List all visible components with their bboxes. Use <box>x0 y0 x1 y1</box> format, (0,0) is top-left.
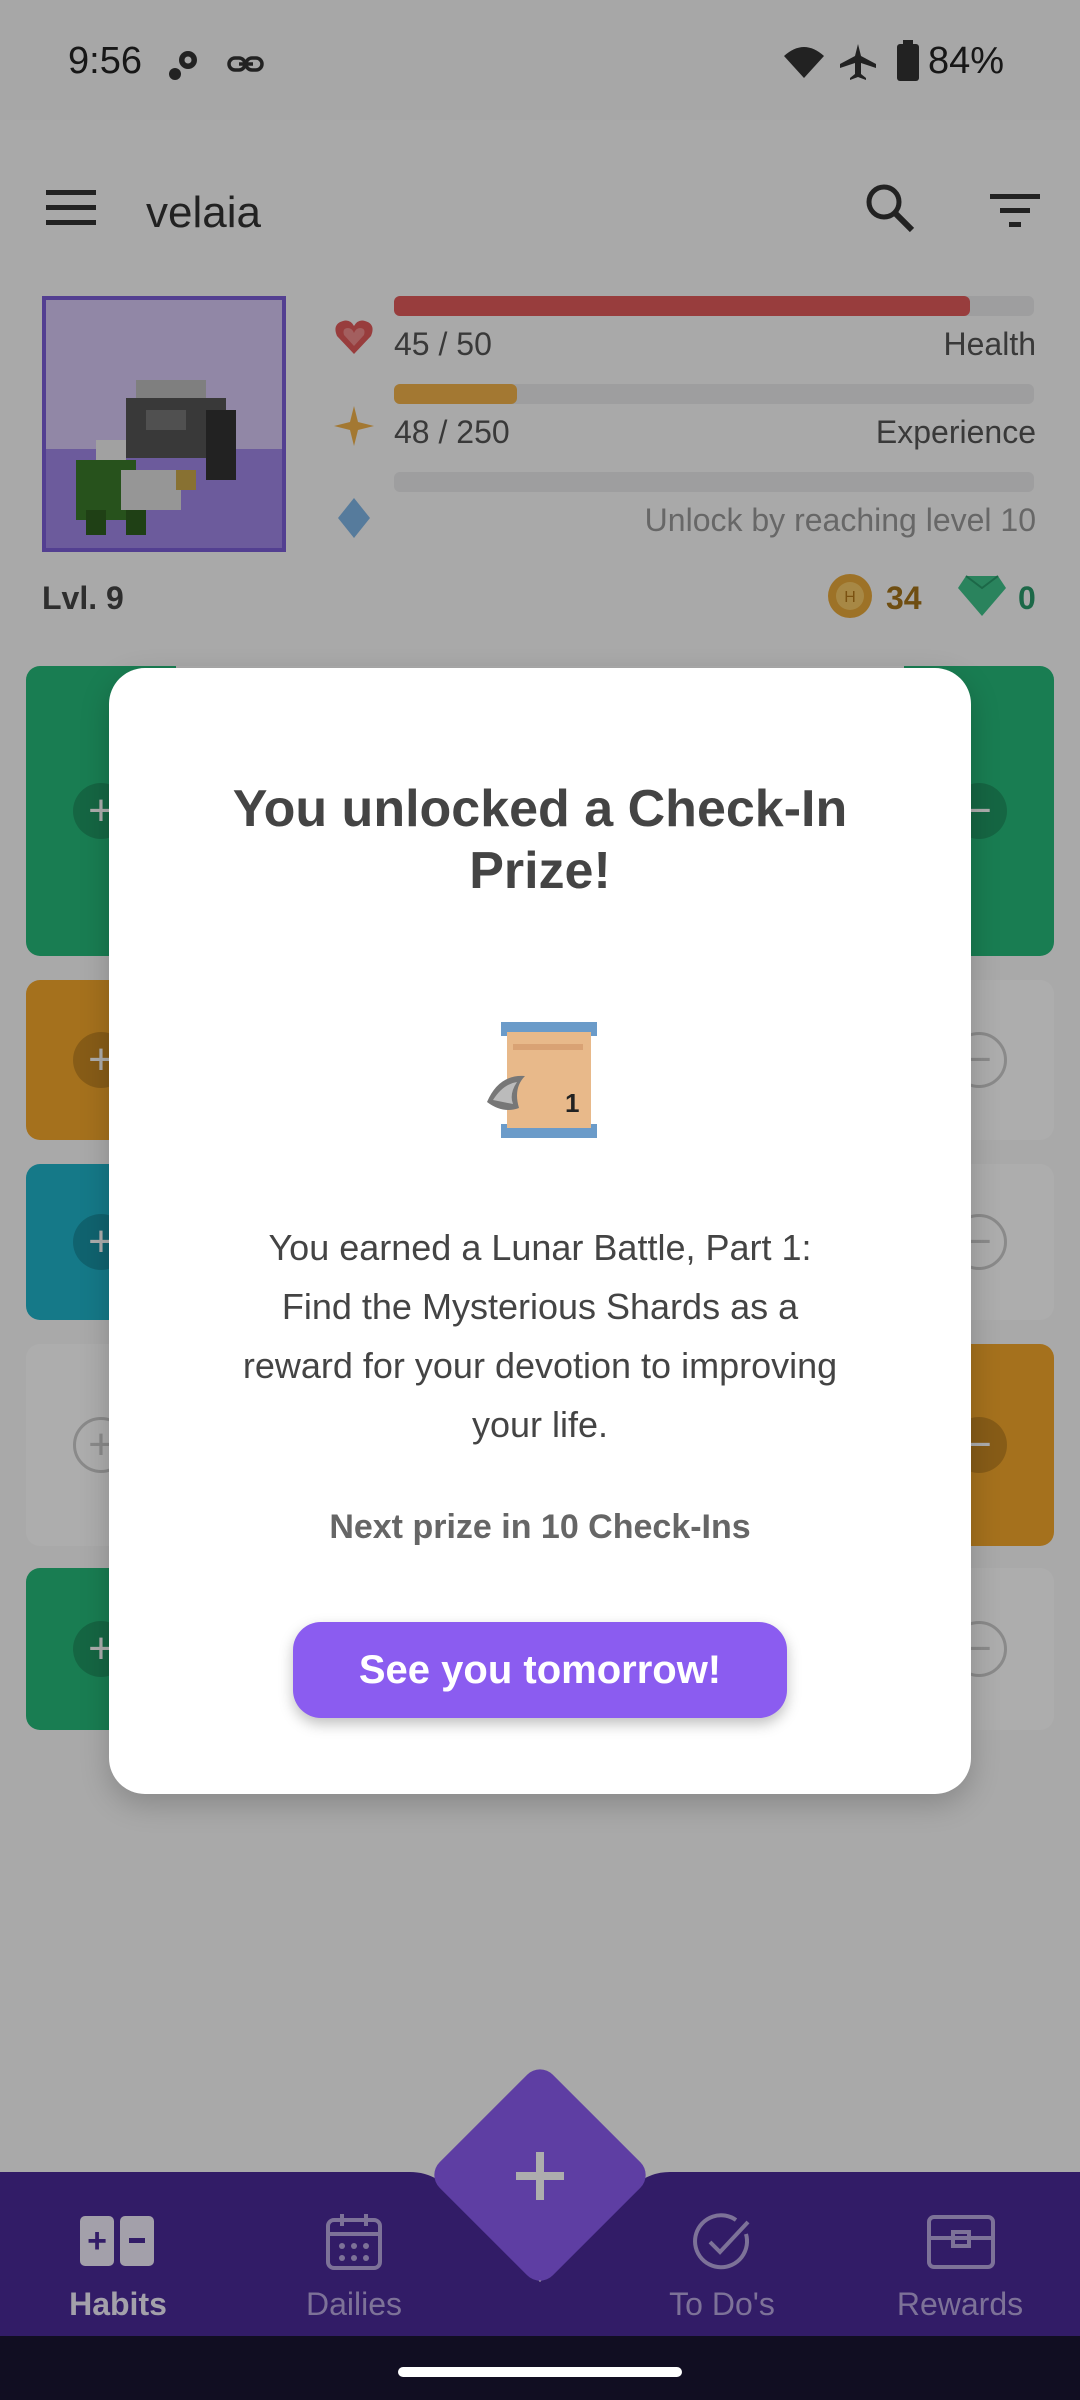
next-prize-text: Next prize in 10 Check-Ins <box>329 1508 751 1546</box>
see-you-tomorrow-button[interactable]: See you tomorrow! <box>293 1622 787 1718</box>
checkin-prize-dialog: You unlocked a Check-In Prize! 1 You ear… <box>109 668 971 1794</box>
dialog-title: You unlocked a Check-In Prize! <box>232 780 848 900</box>
home-indicator[interactable] <box>398 2367 682 2377</box>
svg-text:1: 1 <box>565 1088 579 1118</box>
quest-scroll-icon: 1 <box>487 1022 597 1138</box>
dialog-message: You earned a Lunar Battle, Part 1: Find … <box>242 1227 838 1445</box>
